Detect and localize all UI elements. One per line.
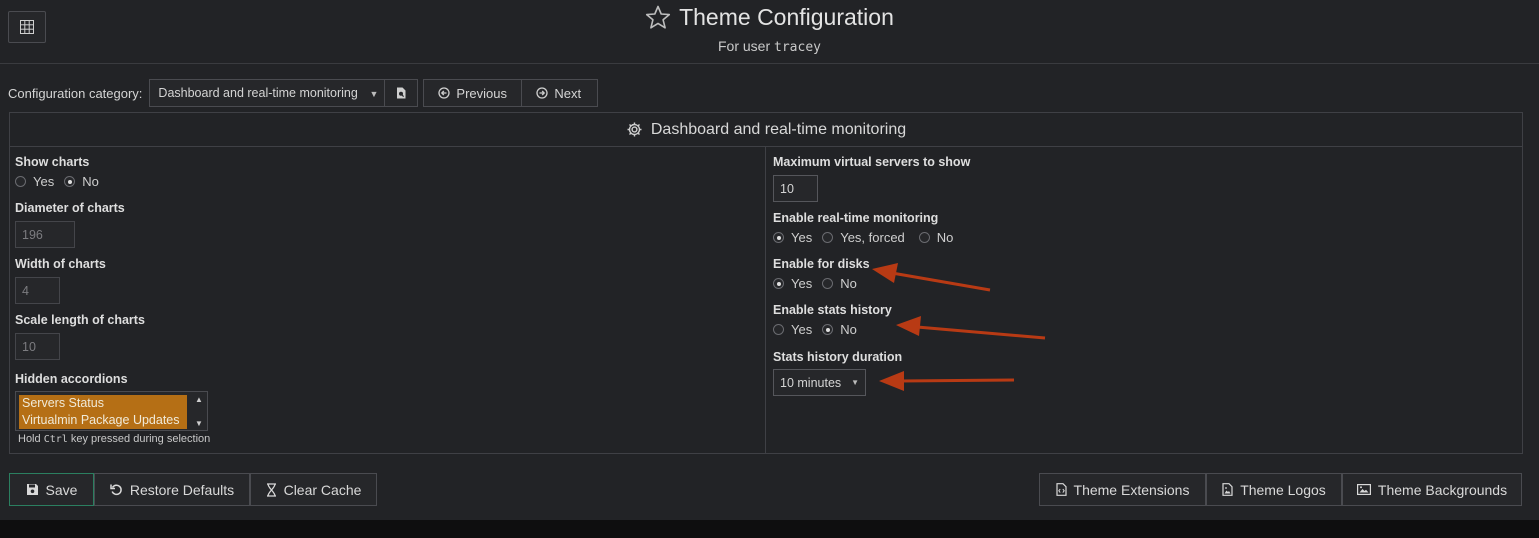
category-label: Configuration category: — [8, 85, 143, 101]
width-input[interactable]: 4 — [15, 277, 60, 304]
clear-cache-button[interactable]: Clear Cache — [250, 473, 377, 506]
scroll-up-icon[interactable]: ▲ — [195, 395, 203, 404]
list-item[interactable]: Servers Status — [19, 395, 187, 412]
category-select[interactable]: Dashboard and real-time monitoring ▼ — [149, 79, 386, 107]
theme-extensions-button[interactable]: Theme Extensions — [1039, 473, 1206, 506]
file-image-icon — [1222, 483, 1233, 496]
top-bar: Theme Configuration For user tracey — [0, 0, 1539, 64]
history-duration-field: Stats history duration 10 minutes ▼ — [773, 350, 902, 396]
scroll-down-icon[interactable]: ▼ — [195, 419, 203, 428]
right-column: Maximum virtual servers to show 10 Enabl… — [766, 147, 1522, 453]
selection-hint: Hold Ctrl key pressed during selection — [18, 433, 211, 445]
history-duration-select[interactable]: 10 minutes ▼ — [773, 369, 866, 396]
diameter-input[interactable]: 196 — [15, 221, 75, 248]
next-button[interactable]: Next — [522, 79, 599, 107]
save-button[interactable]: Save — [9, 473, 94, 506]
disks-field: Enable for disks Yes No — [773, 257, 870, 291]
width-field: Width of charts 4 — [15, 257, 106, 304]
stats-history-yes-radio[interactable]: Yes — [773, 322, 812, 337]
disks-yes-radio[interactable]: Yes — [773, 276, 812, 291]
stats-history-field: Enable stats history Yes No — [773, 303, 892, 337]
show-charts-no-radio[interactable]: No — [64, 174, 99, 189]
page-title-text: Theme Configuration — [679, 4, 894, 30]
config-panel: Dashboard and real-time monitoring Show … — [9, 112, 1523, 454]
left-column: Show charts Yes No Diameter of charts 19… — [10, 147, 766, 453]
page-subtitle: For user tracey — [718, 38, 821, 55]
max-servers-input[interactable]: 10 — [773, 175, 818, 202]
hidden-accordions-listbox[interactable]: Servers Status Virtualmin Package Update… — [15, 391, 208, 431]
circle-arrow-left-icon — [438, 87, 451, 99]
document-search-icon — [397, 87, 406, 99]
listbox-scrollbar[interactable]: ▲ ▼ — [191, 392, 207, 430]
undo-icon — [110, 484, 122, 496]
caret-down-icon: ▼ — [851, 378, 859, 387]
realtime-no-radio[interactable]: No — [918, 230, 953, 245]
gear-icon — [627, 122, 642, 137]
theme-backgrounds-button[interactable]: Theme Backgrounds — [1342, 473, 1522, 506]
list-item[interactable]: Virtualmin Package Updates — [19, 412, 187, 429]
file-code-icon — [1055, 483, 1067, 496]
page-title: Theme Configuration — [645, 4, 894, 31]
panel-header: Dashboard and real-time monitoring — [10, 113, 1522, 147]
realtime-forced-radio[interactable]: Yes, forced — [822, 230, 905, 245]
category-row: Configuration category: Dashboard and re… — [8, 79, 599, 107]
scale-field: Scale length of charts 10 — [15, 313, 145, 360]
show-charts-field: Show charts Yes No — [15, 155, 99, 189]
caret-down-icon: ▼ — [369, 89, 379, 99]
hourglass-icon — [266, 482, 276, 497]
disks-no-radio[interactable]: No — [822, 276, 857, 291]
bottom-strip — [0, 520, 1539, 538]
show-charts-yes-radio[interactable]: Yes — [15, 174, 54, 189]
realtime-field: Enable real-time monitoring Yes Yes, for… — [773, 211, 954, 245]
realtime-yes-radio[interactable]: Yes — [773, 230, 812, 245]
restore-defaults-button[interactable]: Restore Defaults — [94, 473, 250, 506]
circle-arrow-right-icon — [536, 87, 549, 99]
previous-button[interactable]: Previous — [423, 79, 523, 107]
star-icon[interactable] — [645, 5, 671, 30]
save-icon — [26, 484, 38, 495]
panel-title: Dashboard and real-time monitoring — [650, 120, 907, 138]
diameter-field: Diameter of charts 196 — [15, 201, 125, 248]
theme-logos-button[interactable]: Theme Logos — [1206, 473, 1342, 506]
view-category-button[interactable] — [385, 79, 419, 107]
stats-history-no-radio[interactable]: No — [822, 322, 857, 337]
scale-input[interactable]: 10 — [15, 333, 60, 360]
max-servers-field: Maximum virtual servers to show 10 — [773, 155, 970, 202]
username: tracey — [774, 40, 821, 55]
hidden-accordions-field: Hidden accordions Servers Status Virtual… — [15, 372, 211, 445]
image-icon — [1356, 484, 1371, 495]
